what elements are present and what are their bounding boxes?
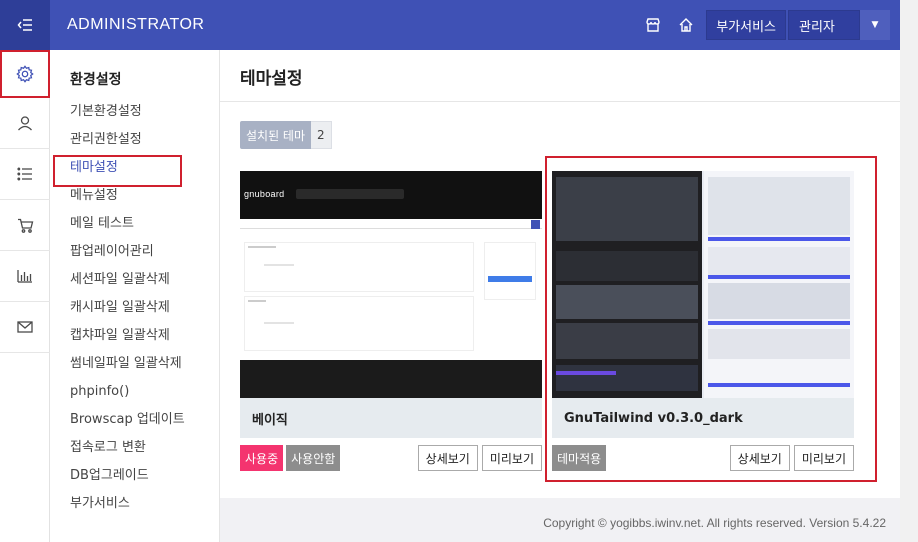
page-footer: Copyright © yogibbs.iwinv.net. All right… xyxy=(220,498,900,542)
rail-shop[interactable] xyxy=(0,200,50,251)
submenu-item-captcha-delete[interactable]: 캡챠파일 일괄삭제 xyxy=(50,322,219,350)
collapse-menu-icon xyxy=(17,19,32,31)
submenu-item-db-upgrade[interactable]: DB업그레이드 xyxy=(50,462,219,490)
top-bar: ADMINISTRATOR 부가서비스 관리자 ▼ xyxy=(0,0,900,50)
submenu-item-mail-test[interactable]: 메일 테스트 xyxy=(50,210,219,238)
submenu-item-access-log[interactable]: 접속로그 변환 xyxy=(50,434,219,462)
theme-card-basic: gnuboard 베이직 사용중 사용안함 상세보기 미리보기 xyxy=(240,171,542,478)
submenu-item-session-delete[interactable]: 세션파일 일괄삭제 xyxy=(50,266,219,294)
settings-submenu: 환경설정 기본환경설정 관리권한설정 테마설정 메뉴설정 메일 테스트 팝업레이… xyxy=(50,50,220,542)
scrollbar[interactable] xyxy=(900,0,918,542)
theme-thumbnail: gnuboard xyxy=(240,171,542,398)
preview-button[interactable]: 미리보기 xyxy=(793,445,854,471)
rail-stats[interactable] xyxy=(0,251,50,302)
admin-name-button[interactable]: 관리자 xyxy=(788,10,860,40)
mail-icon xyxy=(17,321,33,333)
rail-board[interactable] xyxy=(0,149,50,200)
admin-menu[interactable]: 관리자 ▼ xyxy=(788,10,890,40)
submenu-item-permissions[interactable]: 관리권한설정 xyxy=(50,126,219,154)
settings-icon xyxy=(16,64,34,83)
copyright-text: Copyright © yogibbs.iwinv.net. All right… xyxy=(543,516,886,530)
menu-toggle-button[interactable] xyxy=(0,0,50,50)
unuse-button[interactable]: 사용안함 xyxy=(286,445,341,471)
page-title: 테마설정 xyxy=(240,69,303,89)
page-header: 테마설정 xyxy=(220,50,900,102)
installed-label: 설치된 테마 xyxy=(240,121,312,149)
submenu-item-addons[interactable]: 부가서비스 xyxy=(50,490,219,518)
theme-thumbnail xyxy=(552,171,854,398)
submenu-item-thumbnail-delete[interactable]: 썸네일파일 일괄삭제 xyxy=(50,350,219,378)
icon-rail xyxy=(0,50,50,542)
chart-icon xyxy=(17,270,32,283)
list-icon xyxy=(17,167,32,181)
addons-button[interactable]: 부가서비스 xyxy=(706,10,786,40)
submenu-title: 환경설정 xyxy=(70,72,122,88)
preview-button[interactable]: 미리보기 xyxy=(481,445,542,471)
submenu-item-browscap[interactable]: Browscap 업데이트 xyxy=(50,406,219,434)
rail-settings[interactable] xyxy=(0,50,50,98)
in-use-badge: 사용중 xyxy=(240,445,284,471)
cart-icon xyxy=(17,218,33,233)
detail-button[interactable]: 상세보기 xyxy=(417,445,478,471)
installed-count: 2 xyxy=(311,121,332,149)
submenu-item-phpinfo[interactable]: phpinfo() xyxy=(50,378,219,406)
thumbnail-logo: gnuboard xyxy=(244,189,285,199)
caret-down-icon[interactable]: ▼ xyxy=(860,10,890,40)
theme-card-gnutailwind: GnuTailwind v0.3.0_dark 테마적용 상세보기 미리보기 xyxy=(552,171,854,478)
theme-name: 베이직 xyxy=(240,398,542,438)
brand-title[interactable]: ADMINISTRATOR xyxy=(67,16,204,34)
submenu-item-popup-layer[interactable]: 팝업레이어관리 xyxy=(50,238,219,266)
user-icon xyxy=(18,116,32,131)
submenu-item-theme-settings[interactable]: 테마설정 xyxy=(50,154,219,187)
submenu-item-cache-delete[interactable]: 캐시파일 일괄삭제 xyxy=(50,294,219,322)
rail-members[interactable] xyxy=(0,98,50,149)
rail-mail[interactable] xyxy=(0,302,50,353)
theme-name: GnuTailwind v0.3.0_dark xyxy=(552,398,854,438)
apply-theme-button[interactable]: 테마적용 xyxy=(552,445,607,471)
theme-content: 설치된 테마 2 gnuboard 베이직 사용중 사용안함 상세보기 미리보기… xyxy=(220,102,900,498)
shop-icon[interactable] xyxy=(638,10,668,40)
home-icon[interactable] xyxy=(671,10,701,40)
installed-theme-count: 설치된 테마 2 xyxy=(240,121,332,149)
detail-button[interactable]: 상세보기 xyxy=(729,445,790,471)
submenu-item-basic-settings[interactable]: 기본환경설정 xyxy=(50,98,219,126)
